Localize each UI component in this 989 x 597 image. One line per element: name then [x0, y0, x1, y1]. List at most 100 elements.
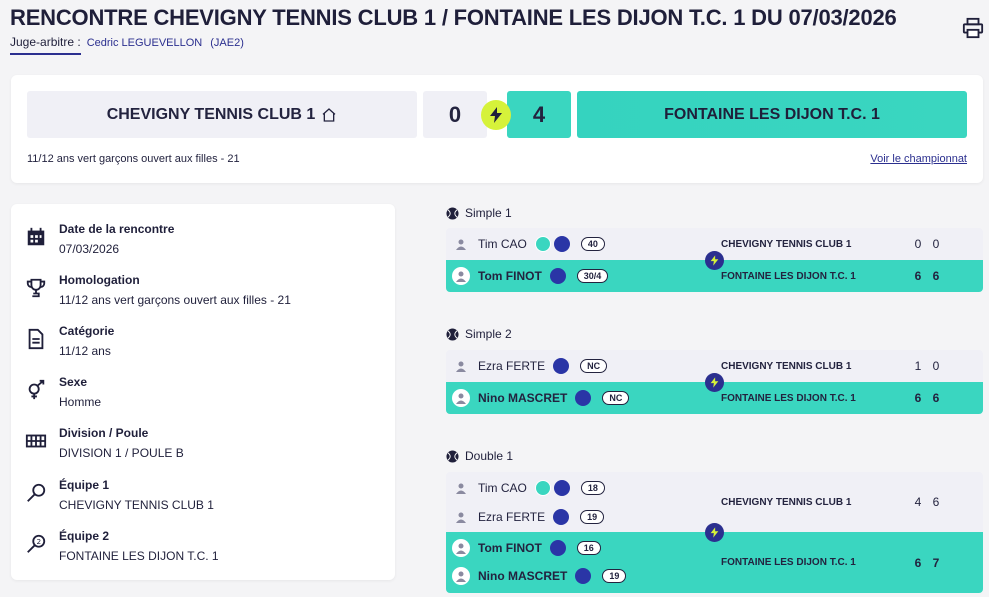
ranking-badge: 16 [576, 541, 601, 555]
homologation-value: 11/12 ans vert garçons ouvert aux filles… [59, 293, 291, 307]
ranking-badge: 40 [580, 237, 605, 251]
racket-icon [27, 483, 46, 502]
set-score: 6 [932, 495, 940, 509]
division-value: DIVISION 1 / POULE B [59, 446, 184, 460]
set-score: 6 [932, 269, 940, 283]
club-name: FONTAINE LES DIJON T.C. 1 [721, 270, 856, 282]
set-score: 0 [932, 237, 940, 251]
match-title-text: Double 1 [465, 449, 514, 463]
match-double1[interactable]: Tim CAO 18 Ezra FERTE 19 CHEVIGNY TENNIS… [446, 472, 983, 593]
player-name[interactable]: Ezra FERTE [478, 359, 545, 373]
user-icon [452, 267, 470, 285]
user-icon [454, 359, 468, 373]
referee-level: (JAE2) [210, 37, 244, 49]
set-score: 6 [914, 269, 922, 283]
bolt-icon [705, 373, 724, 392]
flag-icon [549, 540, 566, 556]
user-icon [452, 389, 470, 407]
team2-value: FONTAINE LES DIJON T.C. 1 [59, 549, 219, 563]
club-name: CHEVIGNY TENNIS CLUB 1 [721, 238, 852, 250]
flag-icon [534, 236, 551, 252]
player-name[interactable]: Tom FINOT [478, 269, 542, 283]
referee-line: Juge-arbitre : Cedric LEGUEVELLON (JAE2) [10, 35, 244, 55]
page-title: RENCONTRE CHEVIGNY TENNIS CLUB 1 / FONTA… [10, 5, 897, 30]
info-card: Date de la rencontre 07/03/2026 Homologat… [11, 204, 395, 580]
team1-label: Équipe 1 [59, 478, 110, 492]
match-title-simple1: Simple 1 [446, 206, 512, 220]
flag-icon [549, 268, 566, 284]
player-name[interactable]: Nino MASCRET [478, 569, 567, 583]
flag-icon [534, 480, 551, 496]
player: Nino MASCRET 19 [452, 567, 627, 585]
competition-label: 11/12 ans vert garçons ouvert aux filles… [27, 153, 240, 165]
document-icon [28, 328, 44, 350]
match-simple2[interactable]: Ezra FERTE NC CHEVIGNY TENNIS CLUB 1 1 0… [446, 350, 983, 414]
calendar-icon [27, 227, 45, 246]
racket-2-icon: 2 [27, 534, 46, 553]
bolt-icon [705, 523, 724, 542]
tennis-ball-icon [446, 327, 459, 341]
flag-icon [575, 568, 592, 584]
info-team2: 2 Équipe 2 FONTAINE LES DIJON T.C. 1 [25, 529, 219, 563]
info-division: Division / Poule DIVISION 1 / POULE B [25, 426, 184, 460]
home-team-name: CHEVIGNY TENNIS CLUB 1 [106, 105, 316, 123]
club-name: CHEVIGNY TENNIS CLUB 1 [721, 360, 852, 372]
ranking-badge: NC [602, 391, 630, 405]
match-title-double1: Double 1 [446, 449, 513, 463]
club-name: FONTAINE LES DIJON T.C. 1 [721, 557, 856, 568]
player-name[interactable]: Tom FINOT [478, 541, 542, 555]
print-button[interactable] [962, 17, 984, 39]
player: Ezra FERTE 19 [454, 509, 605, 525]
info-team1: Équipe 1 CHEVIGNY TENNIS CLUB 1 [25, 478, 214, 512]
referee-name[interactable]: Cedric LEGUEVELLON [87, 37, 203, 49]
player-name[interactable]: Nino MASCRET [478, 391, 567, 405]
ranking-badge: NC [580, 359, 608, 373]
player: Tom FINOT 30/4 [452, 267, 609, 285]
flag-icon [553, 236, 570, 252]
date-label: Date de la rencontre [59, 222, 175, 236]
tennis-ball-icon [446, 206, 459, 220]
away-team-name: FONTAINE LES DIJON T.C. 1 [664, 105, 880, 123]
match-title-text: Simple 2 [465, 327, 512, 341]
home-team-box: CHEVIGNY TENNIS CLUB 1 [27, 91, 417, 138]
tennis-ball-icon [446, 449, 459, 463]
homologation-label: Homologation [59, 273, 140, 287]
flag-icon [553, 509, 570, 525]
match-title-text: Simple 1 [465, 206, 512, 220]
ranking-badge: 19 [602, 569, 627, 583]
date-value: 07/03/2026 [59, 242, 120, 256]
away-score: 4 [507, 91, 571, 138]
flag-icon [553, 480, 570, 496]
gender-icon [28, 379, 45, 400]
bolt-icon [705, 251, 724, 270]
team2-label: Équipe 2 [59, 529, 110, 543]
away-team-box: FONTAINE LES DIJON T.C. 1 [577, 91, 967, 138]
user-icon [454, 510, 468, 524]
division-label: Division / Poule [59, 426, 149, 440]
flag-icon [575, 390, 592, 406]
trophy-icon [26, 278, 46, 298]
club-name: FONTAINE LES DIJON T.C. 1 [721, 392, 856, 404]
match-simple1[interactable]: Tim CAO 40 CHEVIGNY TENNIS CLUB 1 0 0 To… [446, 228, 983, 292]
player-name[interactable]: Ezra FERTE [478, 510, 545, 524]
bolt-icon [481, 100, 511, 130]
set-score: 0 [932, 359, 940, 373]
user-icon [452, 567, 470, 585]
ranking-badge: 30/4 [576, 269, 609, 283]
player: Tom FINOT 16 [452, 539, 601, 557]
user-icon [452, 539, 470, 557]
match-title-simple2: Simple 2 [446, 327, 512, 341]
info-category: Catégorie 11/12 ans [25, 324, 114, 358]
team1-value: CHEVIGNY TENNIS CLUB 1 [59, 498, 214, 512]
sex-value: Homme [59, 395, 102, 409]
info-homologation: Homologation 11/12 ans vert garçons ouver… [25, 273, 291, 307]
home-score: 0 [423, 91, 487, 138]
player-name[interactable]: Tim CAO [478, 237, 527, 251]
club-name: CHEVIGNY TENNIS CLUB 1 [721, 496, 852, 508]
player-name[interactable]: Tim CAO [478, 481, 527, 495]
set-score: 4 [914, 495, 922, 509]
ranking-badge: 18 [580, 481, 605, 495]
championship-link[interactable]: Voir le championnat [870, 153, 967, 165]
score-card: CHEVIGNY TENNIS CLUB 1 0 4 FONTAINE LES … [11, 75, 983, 183]
set-score: 6 [914, 391, 922, 405]
